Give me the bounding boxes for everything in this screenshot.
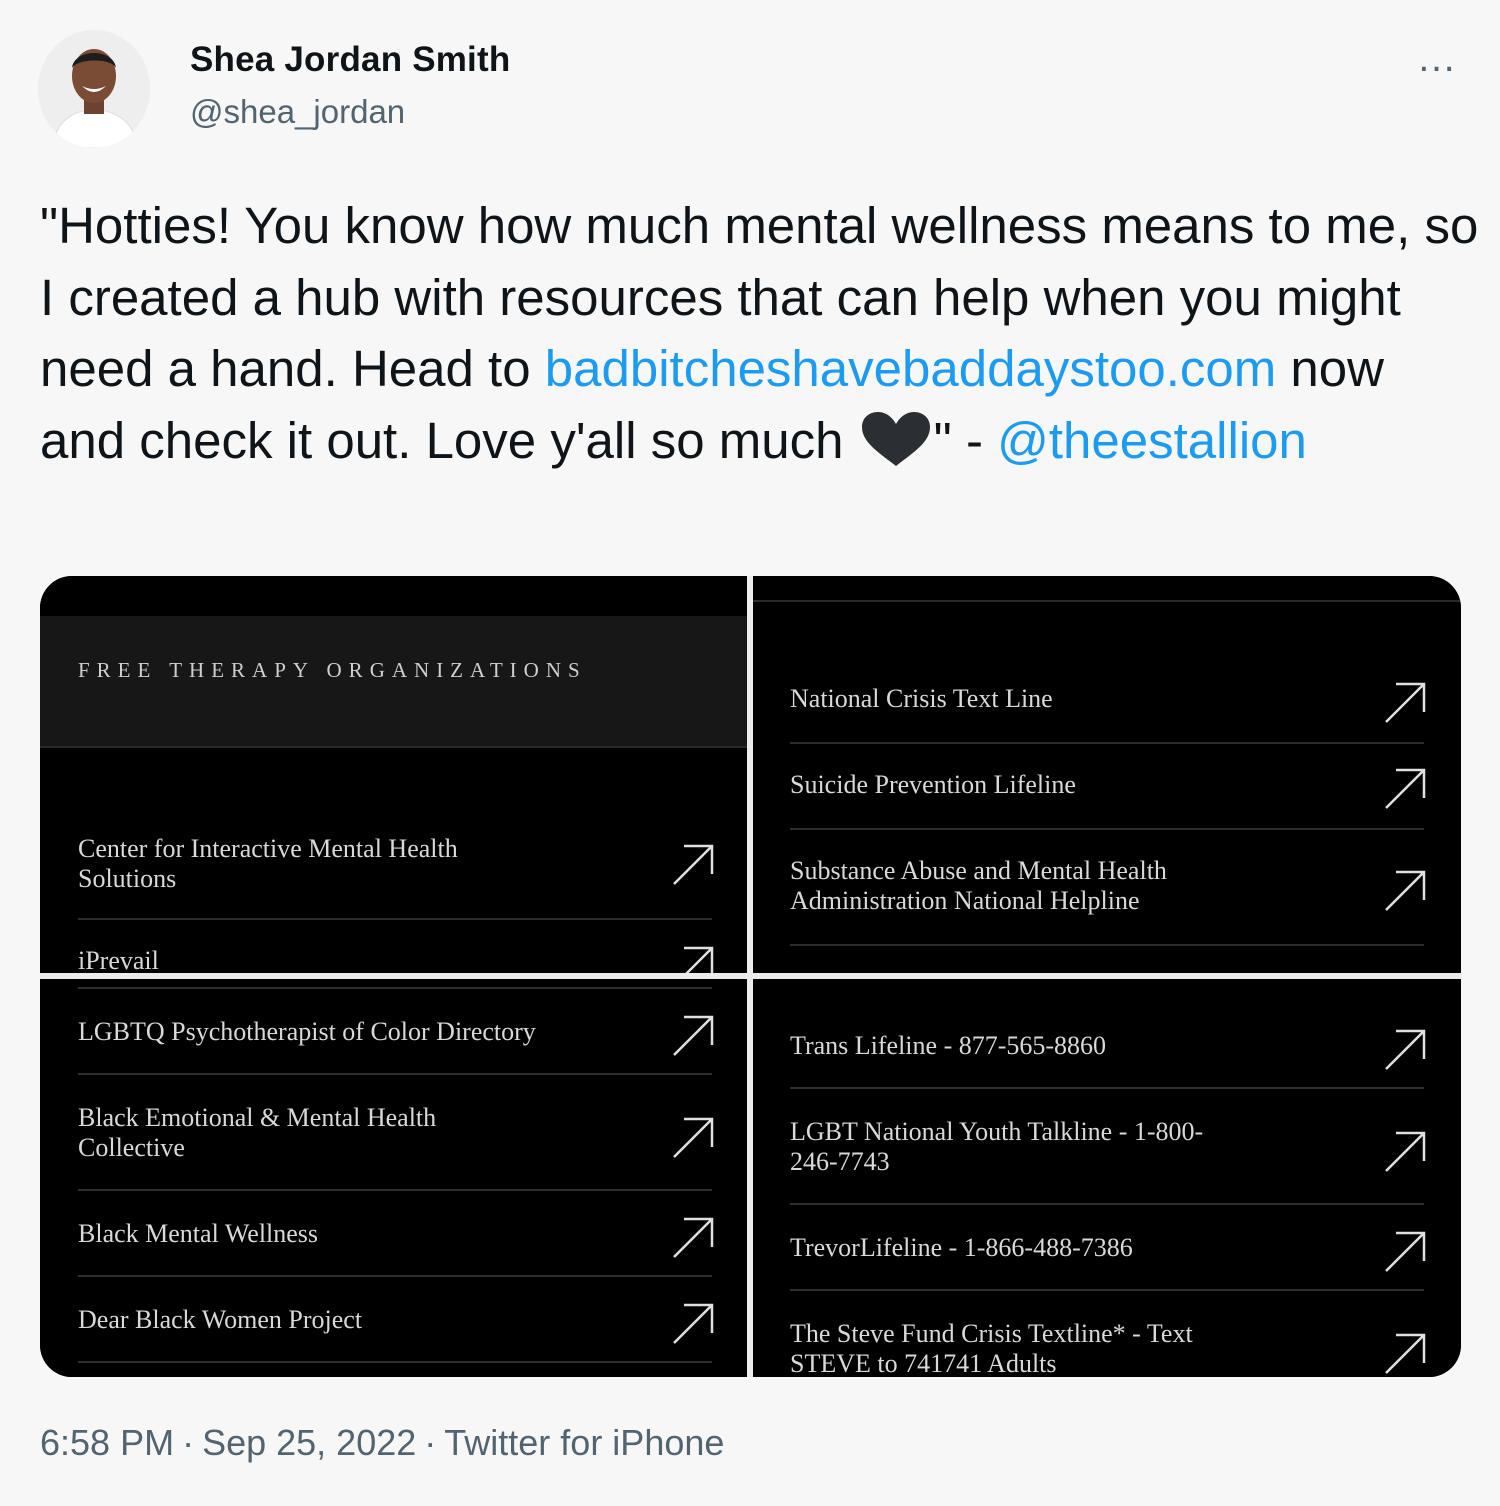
- list-item[interactable]: iPrevail: [78, 946, 714, 973]
- list-item[interactable]: National Crisis Text Line: [790, 682, 1426, 744]
- external-arrow-icon: [672, 1303, 714, 1345]
- grid-divider-horizontal: [40, 973, 1461, 979]
- list-item-label: LGBTQ Psychotherapist of Color Directory: [78, 1017, 536, 1046]
- external-arrow-icon: [1384, 768, 1426, 810]
- tweet-link[interactable]: badbitcheshavebaddaystoo.com: [545, 340, 1277, 397]
- list-item-label: Center for Interactive Mental Health Sol…: [78, 834, 458, 893]
- external-arrow-icon: [1384, 1029, 1426, 1071]
- external-arrow-icon: [1384, 682, 1426, 724]
- black-heart-icon: [858, 410, 934, 468]
- section-title: FREE THERAPY ORGANIZATIONS: [78, 658, 587, 682]
- media-panel-1[interactable]: FREE THERAPY ORGANIZATIONS Center for In…: [40, 576, 747, 973]
- list-item[interactable]: Substance Abuse and Mental Health Admini…: [790, 856, 1426, 946]
- list-item-label: Substance Abuse and Mental Health Admini…: [790, 856, 1167, 915]
- list-item[interactable]: Dear Black Women Project: [78, 1303, 714, 1363]
- media-panel-2[interactable]: National Crisis Text Line Suicide Preven…: [753, 576, 1461, 973]
- media-panel-4[interactable]: Trans Lifeline - 877-565-8860 LGBT Natio…: [753, 979, 1461, 1377]
- list-item-label: National Crisis Text Line: [790, 684, 1053, 713]
- tweet-date[interactable]: Sep 25, 2022: [202, 1422, 416, 1463]
- list-item-label: The Steve Fund Crisis Textline* - Text S…: [790, 1319, 1193, 1377]
- panel-top-line: [753, 600, 1461, 602]
- external-arrow-icon: [672, 946, 714, 973]
- tweet-time[interactable]: 6:58 PM: [40, 1422, 174, 1463]
- external-arrow-icon: [1384, 870, 1426, 912]
- list-item[interactable]: LGBT National Youth Talkline - 1-800- 24…: [790, 1117, 1426, 1205]
- list-item-label: Dear Black Women Project: [78, 1305, 363, 1334]
- external-arrow-icon: [672, 844, 714, 886]
- media-image-grid[interactable]: FREE THERAPY ORGANIZATIONS Center for In…: [40, 576, 1461, 1377]
- tweet-timestamp: 6:58 PM · Sep 25, 2022 · Twitter for iPhone: [40, 1422, 724, 1464]
- tweet-text: "Hotties! You know how much mental welln…: [40, 190, 1480, 476]
- list-item[interactable]: LGBTQ Psychotherapist of Color Directory: [78, 1015, 714, 1075]
- list-item-label: Black Emotional & Mental Health Collecti…: [78, 1103, 437, 1162]
- list-item[interactable]: Center for Interactive Mental Health Sol…: [78, 834, 714, 920]
- media-panel-3[interactable]: LGBTQ Psychotherapist of Color Directory…: [40, 979, 747, 1377]
- list-item-label: Trans Lifeline - 877-565-8860: [790, 1031, 1107, 1060]
- external-arrow-icon: [1384, 1333, 1426, 1375]
- avatar[interactable]: [38, 30, 150, 148]
- tweet-text-part: " -: [933, 411, 998, 469]
- external-arrow-icon: [672, 1117, 714, 1159]
- separator: ·: [424, 1422, 437, 1463]
- display-name[interactable]: Shea Jordan Smith: [190, 40, 510, 80]
- list-item[interactable]: Black Mental Wellness: [78, 1217, 714, 1277]
- tweet-mention[interactable]: @theestallion: [997, 412, 1307, 469]
- external-arrow-icon: [1384, 1131, 1426, 1173]
- external-arrow-icon: [672, 1015, 714, 1057]
- list-item[interactable]: Black Emotional & Mental Health Collecti…: [78, 1103, 714, 1191]
- list-item[interactable]: TrevorLifeline - 1-866-488-7386: [790, 1231, 1426, 1291]
- list-item-label: Suicide Prevention Lifeline: [790, 770, 1076, 799]
- external-arrow-icon: [1384, 1231, 1426, 1273]
- list-item-label: LGBT National Youth Talkline - 1-800- 24…: [790, 1117, 1204, 1176]
- list-item[interactable]: The Steve Fund Crisis Textline* - Text S…: [790, 1319, 1426, 1377]
- tweet-source[interactable]: Twitter for iPhone: [444, 1422, 724, 1463]
- list-item-top-border: [78, 979, 712, 989]
- user-handle[interactable]: @shea_jordan: [190, 93, 405, 131]
- list-item-label: Black Mental Wellness: [78, 1219, 319, 1248]
- avatar-photo: [38, 30, 150, 148]
- more-options-icon[interactable]: …: [1412, 38, 1462, 78]
- list-item-label: iPrevail: [78, 946, 159, 973]
- list-item-label: TrevorLifeline - 1-866-488-7386: [790, 1233, 1133, 1262]
- external-arrow-icon: [672, 1217, 714, 1259]
- separator: ·: [182, 1422, 195, 1463]
- list-item[interactable]: Suicide Prevention Lifeline: [790, 768, 1426, 830]
- list-item[interactable]: Trans Lifeline - 877-565-8860: [790, 1029, 1426, 1089]
